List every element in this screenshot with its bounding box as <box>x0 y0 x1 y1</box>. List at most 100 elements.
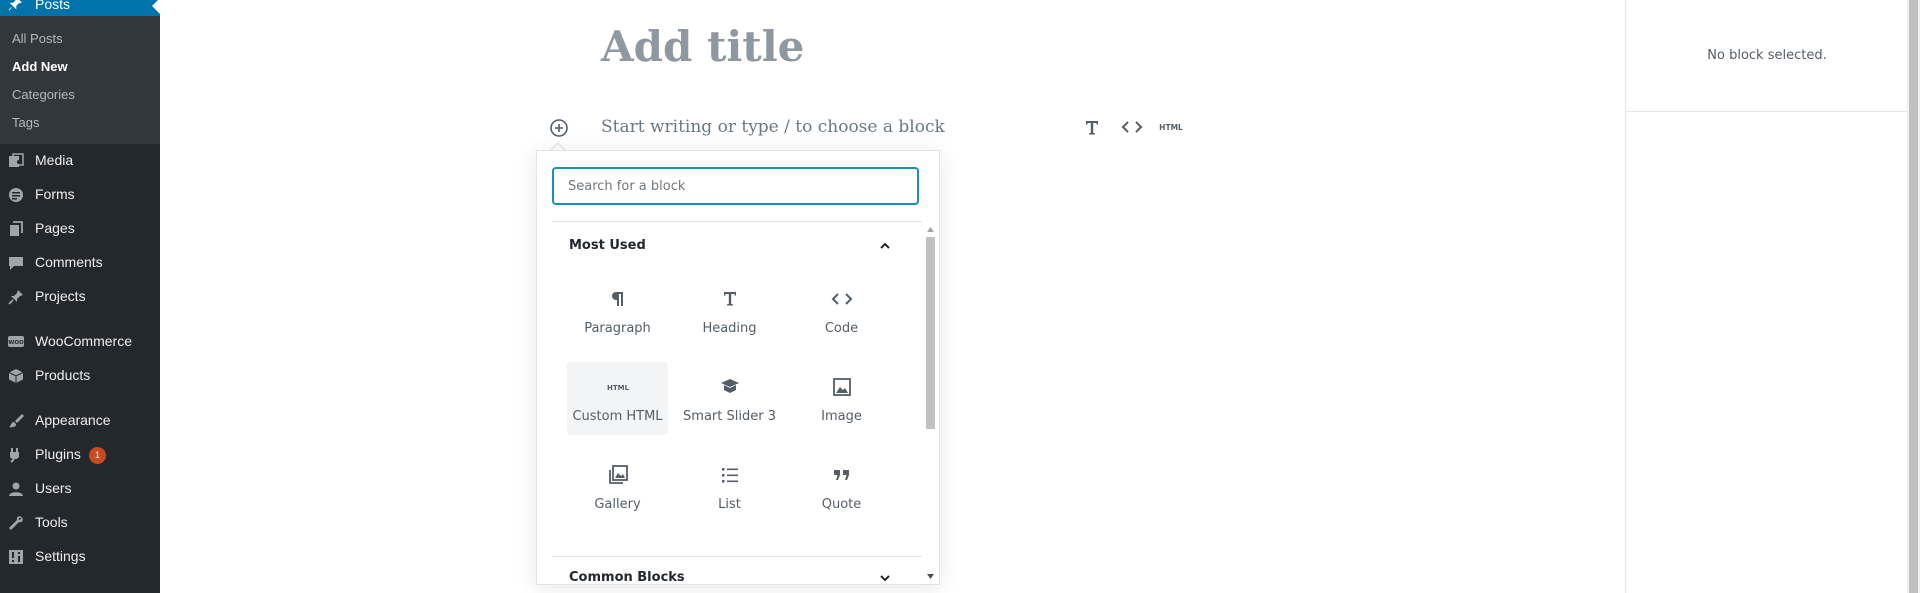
sidebar-item-products[interactable]: Products <box>0 359 160 393</box>
appearance-icon <box>9 414 24 428</box>
quick-insert-html[interactable]: HTML <box>1158 116 1184 138</box>
block-item-image[interactable]: Image <box>791 362 892 435</box>
sidebar-item-label: Plugins <box>35 446 81 462</box>
sidebar-item-label: Users <box>35 480 72 496</box>
sidebar-item-label: Pages <box>35 220 75 236</box>
divider <box>552 556 922 557</box>
svg-text:HTML: HTML <box>1159 123 1183 132</box>
smart-slider-icon <box>721 379 739 393</box>
sidebar-item-comments[interactable]: Comments <box>0 246 160 280</box>
sidebar-item-appearance[interactable]: Appearance <box>0 404 160 438</box>
panel-title-most-used[interactable]: Most Used <box>569 238 646 253</box>
sidebar-item-pages[interactable]: Pages <box>0 212 160 246</box>
sidebar-item-label: Appearance <box>35 412 111 428</box>
svg-text:HTML: HTML <box>607 384 629 392</box>
block-item-list[interactable]: List <box>679 450 780 523</box>
submenu-add-new[interactable]: Add New <box>12 59 68 74</box>
products-icon <box>8 369 24 383</box>
html-icon: HTML <box>607 384 629 392</box>
submenu-categories[interactable]: Categories <box>12 87 75 102</box>
sidebar-item-label: WooCommerce <box>35 333 132 349</box>
tools-icon <box>9 516 23 530</box>
no-block-selected-message: No block selected. <box>1707 48 1827 63</box>
page-scrollbar-thumb[interactable] <box>1909 0 1918 593</box>
block-item-label: Paragraph <box>584 321 651 336</box>
image-icon <box>833 378 851 396</box>
scroll-down-arrow-icon[interactable] <box>926 573 935 580</box>
block-item-custom-html[interactable]: HTML Custom HTML <box>567 362 668 435</box>
chevron-down-icon[interactable] <box>879 572 891 584</box>
block-item-label: Quote <box>821 497 862 512</box>
pushpin-icon <box>8 0 22 11</box>
paragraph-icon <box>612 292 623 306</box>
pages-icon <box>10 221 23 236</box>
sidebar-item-plugins[interactable]: Plugins 1 <box>0 438 160 472</box>
sidebar-item-posts[interactable]: Posts <box>0 0 160 16</box>
block-item-label: Smart Slider 3 <box>683 409 776 424</box>
svg-text:WOO: WOO <box>8 340 24 346</box>
add-block-icon[interactable] <box>548 117 570 139</box>
quick-insert-heading[interactable] <box>1082 116 1102 138</box>
projects-icon <box>8 290 23 305</box>
scroll-up-arrow-icon[interactable] <box>926 226 935 233</box>
sidebar-item-label: Forms <box>35 186 75 202</box>
block-search-input[interactable] <box>552 167 919 205</box>
divider <box>1626 111 1908 112</box>
plugins-update-badge: 1 <box>89 447 106 464</box>
sidebar-item-users[interactable]: Users <box>0 472 160 506</box>
default-block-appender[interactable]: Start writing or type / to choose a bloc… <box>601 117 945 137</box>
divider <box>552 221 922 222</box>
block-item-label: Custom HTML <box>572 409 663 424</box>
sidebar-item-label: Media <box>35 152 74 168</box>
gallery-icon <box>609 465 628 484</box>
list-icon <box>722 468 738 483</box>
sidebar-item-media[interactable]: Media <box>0 144 160 178</box>
block-item-gallery[interactable]: Gallery <box>567 450 668 523</box>
inserter-scrollbar-thumb[interactable] <box>926 237 935 429</box>
submenu-tags[interactable]: Tags <box>12 115 39 130</box>
block-item-label: Gallery <box>594 497 641 512</box>
block-item-heading[interactable]: Heading <box>679 274 780 347</box>
block-item-label: Image <box>821 409 862 424</box>
html-icon: HTML <box>1159 123 1183 132</box>
quick-insert-code[interactable] <box>1120 116 1144 138</box>
quote-icon <box>834 470 849 480</box>
sidebar-item-label: Posts <box>35 0 71 12</box>
sidebar-item-label: Comments <box>35 254 103 270</box>
code-icon <box>1121 121 1143 133</box>
woocommerce-icon: WOO <box>8 336 24 347</box>
sidebar-item-label: Tools <box>35 514 68 530</box>
code-icon <box>831 293 853 305</box>
users-icon <box>9 482 23 496</box>
sidebar-item-woocommerce[interactable]: WOO WooCommerce <box>0 325 160 359</box>
block-settings-sidebar: No block selected. <box>1625 0 1908 593</box>
sidebar-item-label: Projects <box>35 288 86 304</box>
panel-title-common-blocks[interactable]: Common Blocks <box>569 570 685 585</box>
block-item-label: Heading <box>702 321 757 336</box>
block-item-smart-slider[interactable]: Smart Slider 3 <box>679 362 780 435</box>
heading-icon <box>724 292 736 306</box>
block-item-code[interactable]: Code <box>791 274 892 347</box>
admin-sidebar: Posts All Posts Add New Categories Tags … <box>0 0 160 593</box>
chevron-up-icon[interactable] <box>879 240 891 252</box>
block-item-label: Code <box>824 321 859 336</box>
media-icon <box>9 153 24 167</box>
heading-icon <box>1086 121 1098 135</box>
post-title-input[interactable]: Add title <box>601 22 804 71</box>
submenu-all-posts[interactable]: All Posts <box>12 31 63 46</box>
sidebar-item-tools[interactable]: Tools <box>0 506 160 540</box>
sidebar-item-projects[interactable]: Projects <box>0 280 160 314</box>
sidebar-item-label: Settings <box>35 548 86 564</box>
block-inserter-popover: Most Used Paragraph Heading Code HTML Cu… <box>536 150 940 585</box>
block-item-quote[interactable]: Quote <box>791 450 892 523</box>
current-indicator <box>152 0 160 14</box>
sidebar-item-label: Products <box>35 367 91 383</box>
settings-icon <box>9 550 23 564</box>
posts-submenu: All Posts Add New Categories Tags <box>0 16 160 144</box>
comments-icon <box>9 257 23 270</box>
block-item-paragraph[interactable]: Paragraph <box>567 274 668 347</box>
block-item-label: List <box>718 497 741 512</box>
plugins-icon <box>10 448 19 463</box>
sidebar-item-forms[interactable]: Forms <box>0 178 160 212</box>
sidebar-item-settings[interactable]: Settings <box>0 540 160 574</box>
